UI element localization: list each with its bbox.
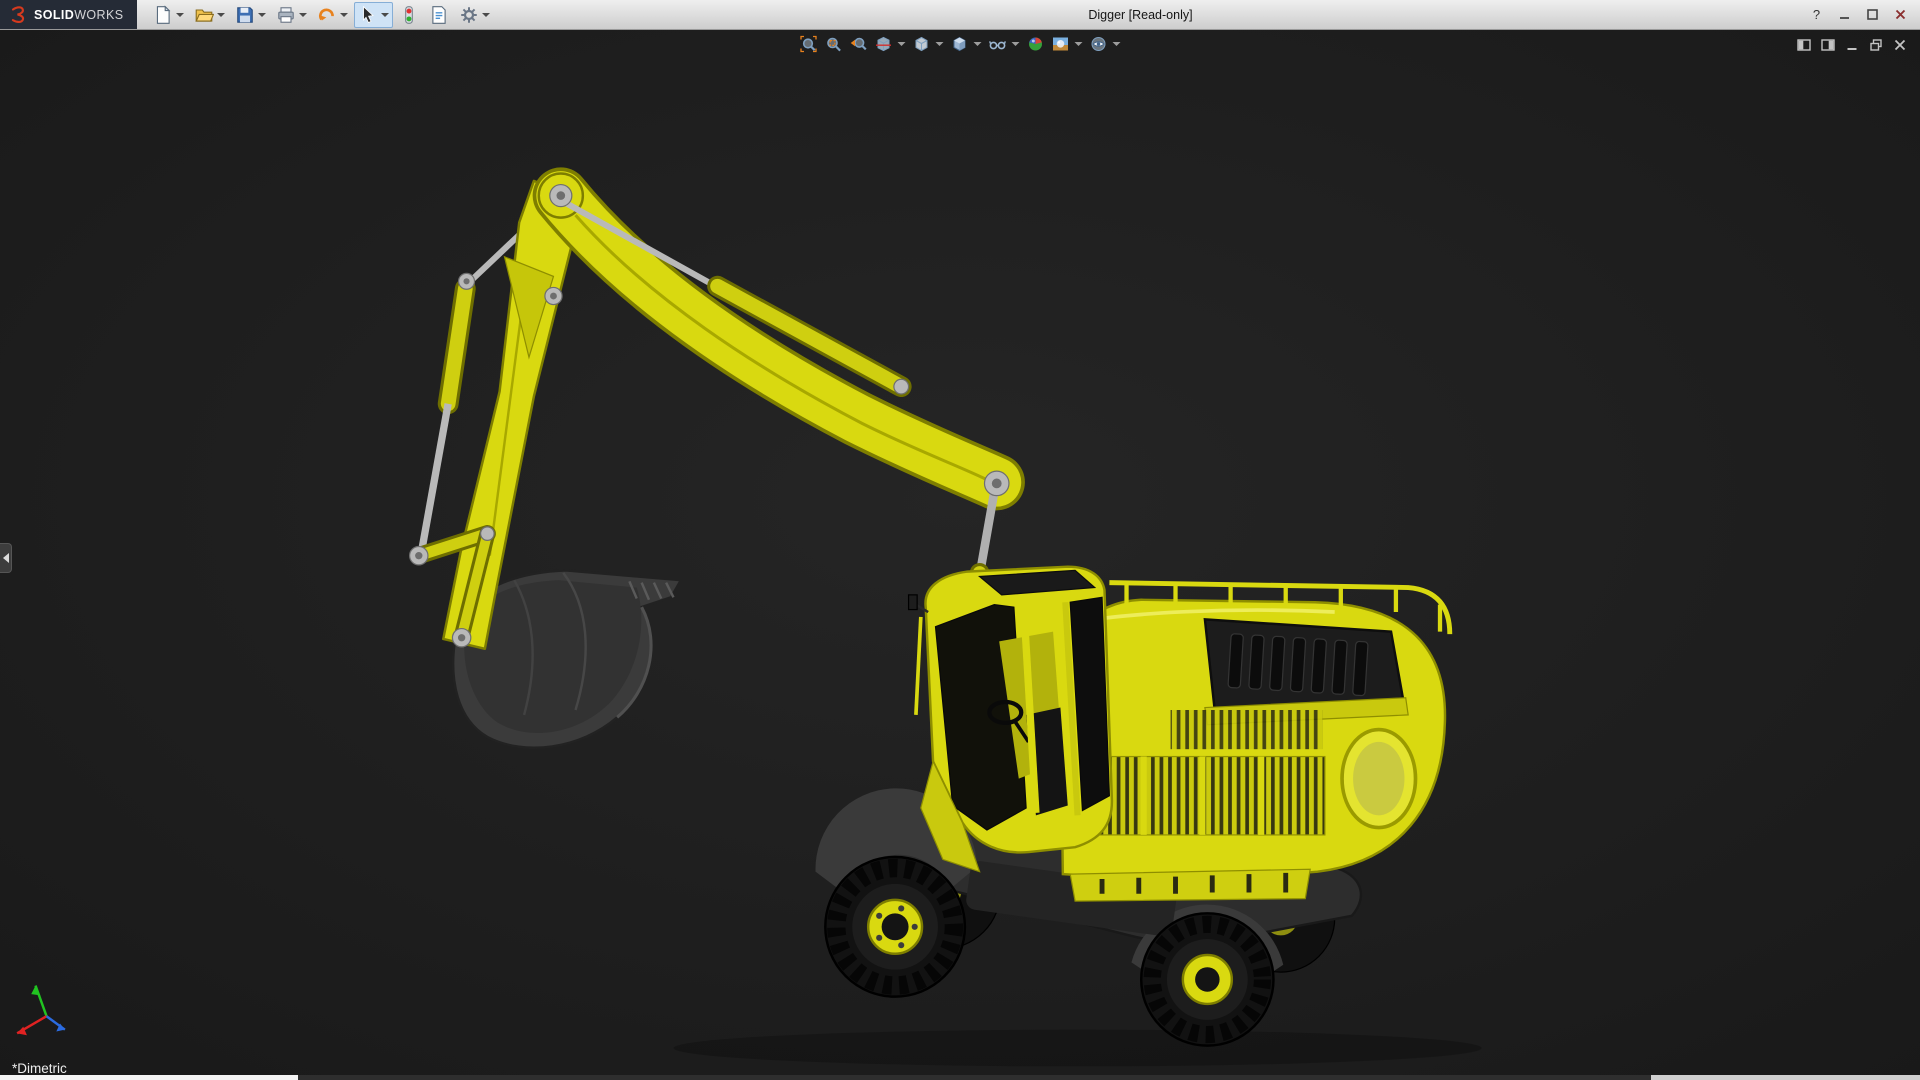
restore-document-button[interactable] [1868, 37, 1884, 53]
edit-appearance-icon [1027, 35, 1045, 53]
solidworks-logo: SOLIDWORKS [0, 0, 137, 29]
apply-scene-dropdown[interactable] [1075, 42, 1083, 46]
minimize-document-icon [1844, 37, 1860, 53]
select-button[interactable] [354, 2, 393, 28]
apply-scene-button[interactable] [1052, 35, 1083, 53]
minimize-document-button[interactable] [1844, 37, 1860, 53]
restore-document-icon [1868, 37, 1884, 53]
close-document-button[interactable] [1892, 37, 1908, 53]
pane-left-button[interactable] [1796, 37, 1812, 53]
section-view-dropdown[interactable] [898, 42, 906, 46]
maximize-window-button[interactable] [1861, 5, 1884, 25]
save-button[interactable] [231, 2, 270, 28]
select-dropdown[interactable] [381, 13, 389, 17]
model-front-wheel[interactable] [825, 857, 965, 997]
undo-icon [317, 5, 337, 25]
file-properties-button[interactable] [425, 2, 453, 28]
previous-view-button[interactable] [850, 35, 868, 53]
print-icon [276, 5, 296, 25]
pane-left-icon [1796, 37, 1812, 53]
chevron-left-icon [3, 553, 9, 563]
print-button[interactable] [272, 2, 311, 28]
options-dropdown[interactable] [482, 13, 490, 17]
main-toolbar [149, 2, 494, 28]
minimize-icon [1838, 8, 1851, 21]
apply-scene-icon [1052, 35, 1070, 53]
open-dropdown[interactable] [217, 13, 225, 17]
solidworks-logo-icon [8, 5, 28, 25]
titlebar: SOLIDWORKS Digger [Read-only] ? [0, 0, 1920, 30]
hide-show-items-icon [989, 35, 1007, 53]
display-style-button[interactable] [951, 35, 982, 53]
display-style-dropdown[interactable] [974, 42, 982, 46]
zoom-to-area-icon [825, 35, 843, 53]
zoom-to-area-button[interactable] [825, 35, 843, 53]
view-orientation-dropdown[interactable] [936, 42, 944, 46]
zoom-to-fit-button[interactable] [800, 35, 818, 53]
digger-3d-model-scene[interactable] [0, 29, 1920, 1075]
orientation-label: *Dimetric [12, 1061, 67, 1075]
display-style-icon [951, 35, 969, 53]
section-view-icon [875, 35, 893, 53]
heads-up-view-toolbar [800, 35, 1121, 53]
section-view-button[interactable] [875, 35, 906, 53]
model-cab[interactable] [909, 567, 1112, 872]
undo-dropdown[interactable] [340, 13, 348, 17]
document-window-controls [1796, 37, 1908, 53]
select-icon [358, 5, 378, 25]
model-rear-wheel[interactable] [1141, 913, 1273, 1045]
view-orientation-icon [913, 35, 931, 53]
zoom-to-fit-icon [800, 35, 818, 53]
undo-button[interactable] [313, 2, 352, 28]
new-document-icon [153, 5, 173, 25]
minimize-window-button[interactable] [1833, 5, 1856, 25]
graphics-area[interactable]: *Dimetric [0, 29, 1920, 1075]
options-button[interactable] [455, 2, 494, 28]
pane-right-icon [1820, 37, 1836, 53]
view-settings-dropdown[interactable] [1113, 42, 1121, 46]
options-icon [459, 5, 479, 25]
hide-show-items-dropdown[interactable] [1012, 42, 1020, 46]
maximize-icon [1866, 8, 1879, 21]
rebuild-button[interactable] [395, 2, 423, 28]
open-icon [194, 5, 214, 25]
save-icon [235, 5, 255, 25]
window-controls: ? [1805, 5, 1920, 25]
pane-right-button[interactable] [1820, 37, 1836, 53]
help-button[interactable]: ? [1805, 5, 1828, 25]
previous-view-icon [850, 35, 868, 53]
file-properties-icon [429, 5, 449, 25]
view-orientation-button[interactable] [913, 35, 944, 53]
hide-show-items-button[interactable] [989, 35, 1020, 53]
status-bar [0, 1075, 1920, 1080]
close-icon [1894, 8, 1907, 21]
view-settings-icon [1090, 35, 1108, 53]
ground-shadow [673, 1030, 1481, 1067]
status-bar-left-segment [0, 1075, 298, 1080]
panel-collapse-tab[interactable] [0, 543, 12, 573]
window-title: Digger [Read-only] [1088, 8, 1192, 22]
print-dropdown[interactable] [299, 13, 307, 17]
new-document-dropdown[interactable] [176, 13, 184, 17]
status-bar-middle-segment [298, 1075, 1652, 1080]
edit-appearance-button[interactable] [1027, 35, 1045, 53]
rebuild-icon [399, 5, 419, 25]
open-button[interactable] [190, 2, 229, 28]
close-document-icon [1892, 37, 1908, 53]
status-bar-right-segment [1651, 1075, 1920, 1080]
new-document-button[interactable] [149, 2, 188, 28]
brand-text: SOLIDWORKS [34, 8, 123, 22]
close-window-button[interactable] [1889, 5, 1912, 25]
save-dropdown[interactable] [258, 13, 266, 17]
view-settings-button[interactable] [1090, 35, 1121, 53]
